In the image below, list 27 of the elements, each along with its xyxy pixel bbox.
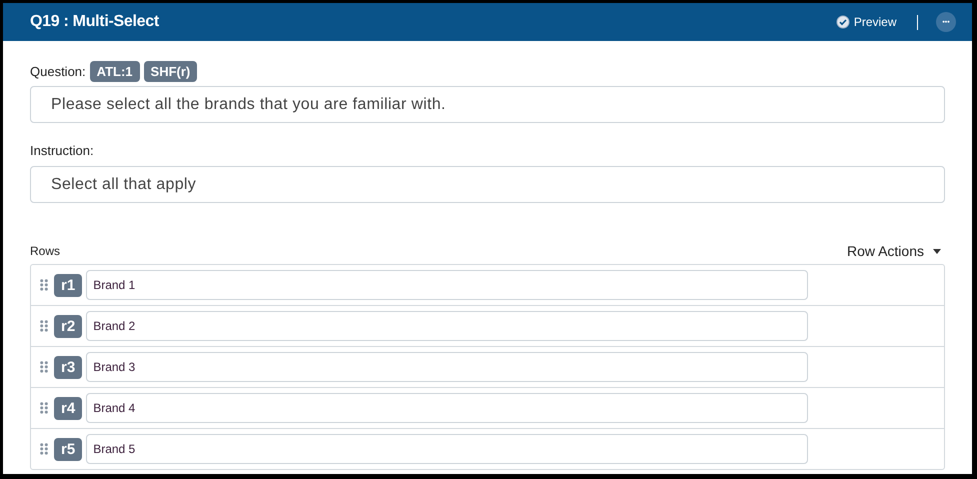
row-text-field[interactable]: Brand 4 xyxy=(86,393,808,423)
drag-handle-icon[interactable] xyxy=(40,320,48,332)
row-text-field[interactable]: Brand 1 xyxy=(86,270,808,300)
row-actions-dropdown[interactable]: Row Actions xyxy=(846,243,945,259)
tag: ATL:1 xyxy=(90,60,140,82)
drag-handle-icon[interactable] xyxy=(40,402,48,414)
row-text-field[interactable]: Brand 3 xyxy=(86,352,808,382)
question-label: Question: xyxy=(30,64,86,78)
question-title: Q19 : Multi-Select xyxy=(30,13,159,31)
instruction-label: Instruction: xyxy=(30,142,94,158)
question-field[interactable]: Please select all the brands that you are familiar with. xyxy=(30,86,945,123)
row-code-tag: r2 xyxy=(54,314,82,338)
row-code-tag: r1 xyxy=(54,274,82,296)
drag-handle-icon[interactable] xyxy=(40,361,48,373)
instruction-field[interactable]: Select all that apply xyxy=(30,166,945,203)
drag-handle-icon[interactable] xyxy=(40,279,48,291)
row-code-tag: r4 xyxy=(54,396,82,420)
row-text-field[interactable]: Brand 5 xyxy=(86,434,808,464)
rows-label: Rows xyxy=(30,244,60,258)
drag-handle-icon[interactable] xyxy=(40,443,48,455)
row-code-tag: r5 xyxy=(54,438,82,460)
preview-button[interactable]: Preview xyxy=(836,15,896,29)
row-text-field[interactable]: Brand 2 xyxy=(86,311,808,341)
caret-icon xyxy=(933,248,941,254)
check-circle-icon xyxy=(836,15,850,29)
tag: SHF(r) xyxy=(144,60,198,82)
row-code-tag: r3 xyxy=(54,356,82,378)
